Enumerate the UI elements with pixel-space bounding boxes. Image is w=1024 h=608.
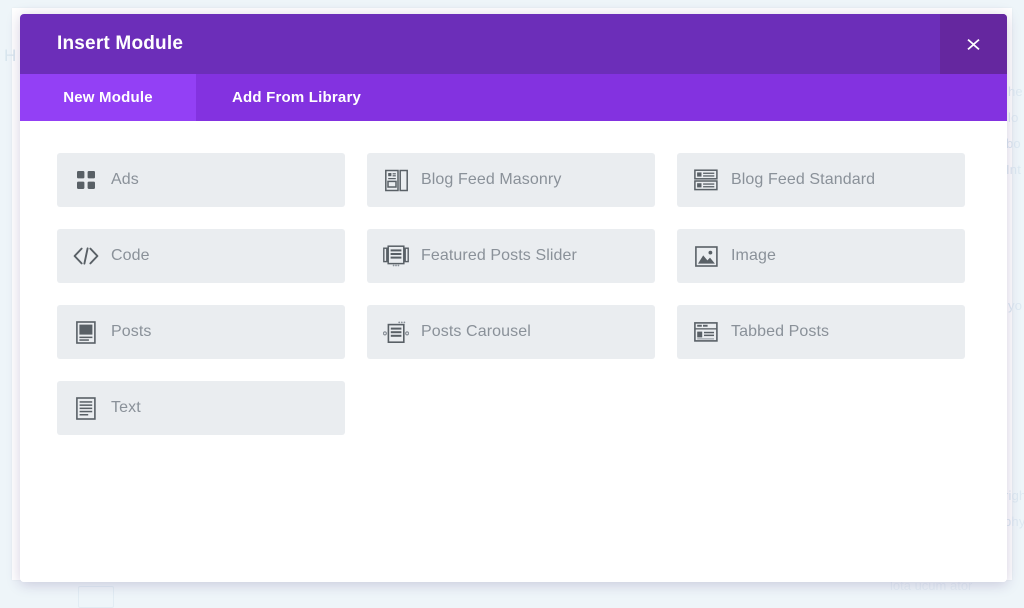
background-text-fragment-3: bo — [1006, 136, 1021, 151]
dialog-body: Ads Blog Feed Masonry — [20, 121, 1007, 582]
masonry-layout-icon — [381, 165, 411, 195]
module-label: Image — [731, 247, 776, 265]
module-tile-text[interactable]: Text — [57, 381, 345, 435]
background-text-fragment-5: yo — [1008, 298, 1022, 313]
background-text-fragment-2: lo — [1008, 110, 1019, 125]
dialog-header: Insert Module — [20, 14, 1007, 74]
code-brackets-icon — [71, 241, 101, 271]
module-tile-ads[interactable]: Ads — [57, 153, 345, 207]
module-tile-image[interactable]: Image — [677, 229, 965, 283]
tab-add-from-library[interactable]: Add From Library — [196, 74, 397, 121]
module-tile-blog-feed-masonry[interactable]: Blog Feed Masonry — [367, 153, 655, 207]
module-tile-featured-posts-slider[interactable]: Featured Posts Slider — [367, 229, 655, 283]
background-text-fragment-7: phy — [1004, 514, 1024, 529]
module-label: Blog Feed Masonry — [421, 171, 561, 189]
module-grid: Ads Blog Feed Masonry — [57, 153, 970, 435]
module-label: Featured Posts Slider — [421, 247, 577, 265]
module-tile-posts-carousel[interactable]: Posts Carousel — [367, 305, 655, 359]
tab-add-from-library-label: Add From Library — [232, 89, 361, 106]
module-label: Code — [111, 247, 150, 265]
background-text-fragment-4: Int — [1006, 162, 1021, 177]
tab-new-module-label: New Module — [63, 89, 153, 106]
text-document-icon — [71, 393, 101, 423]
background-text-fragment-6: righ — [1004, 488, 1024, 503]
slider-card-icon — [381, 241, 411, 271]
posts-card-icon — [71, 317, 101, 347]
module-label: Ads — [111, 171, 139, 189]
module-label: Posts — [111, 323, 152, 341]
module-tile-posts[interactable]: Posts — [57, 305, 345, 359]
module-label: Tabbed Posts — [731, 323, 829, 341]
grid-four-squares-icon — [71, 165, 101, 195]
dialog-title: Insert Module — [20, 33, 183, 55]
tab-new-module[interactable]: New Module — [20, 74, 196, 121]
list-rows-icon — [691, 165, 721, 195]
tabbed-window-icon — [691, 317, 721, 347]
dialog-tab-bar: New Module Add From Library — [20, 74, 1007, 121]
close-icon[interactable] — [940, 14, 1007, 74]
carousel-card-icon — [381, 317, 411, 347]
background-text-fragment-left: H — [4, 46, 16, 66]
background-text-fragment-1: he — [1008, 84, 1023, 99]
module-label: Posts Carousel — [421, 323, 531, 341]
module-label: Blog Feed Standard — [731, 171, 875, 189]
module-tile-blog-feed-standard[interactable]: Blog Feed Standard — [677, 153, 965, 207]
background-decorative-box — [78, 586, 114, 608]
module-label: Text — [111, 399, 141, 417]
module-tile-code[interactable]: Code — [57, 229, 345, 283]
insert-module-dialog: Insert Module New Module Add From Librar… — [20, 14, 1007, 582]
image-picture-icon — [691, 241, 721, 271]
module-tile-tabbed-posts[interactable]: Tabbed Posts — [677, 305, 965, 359]
